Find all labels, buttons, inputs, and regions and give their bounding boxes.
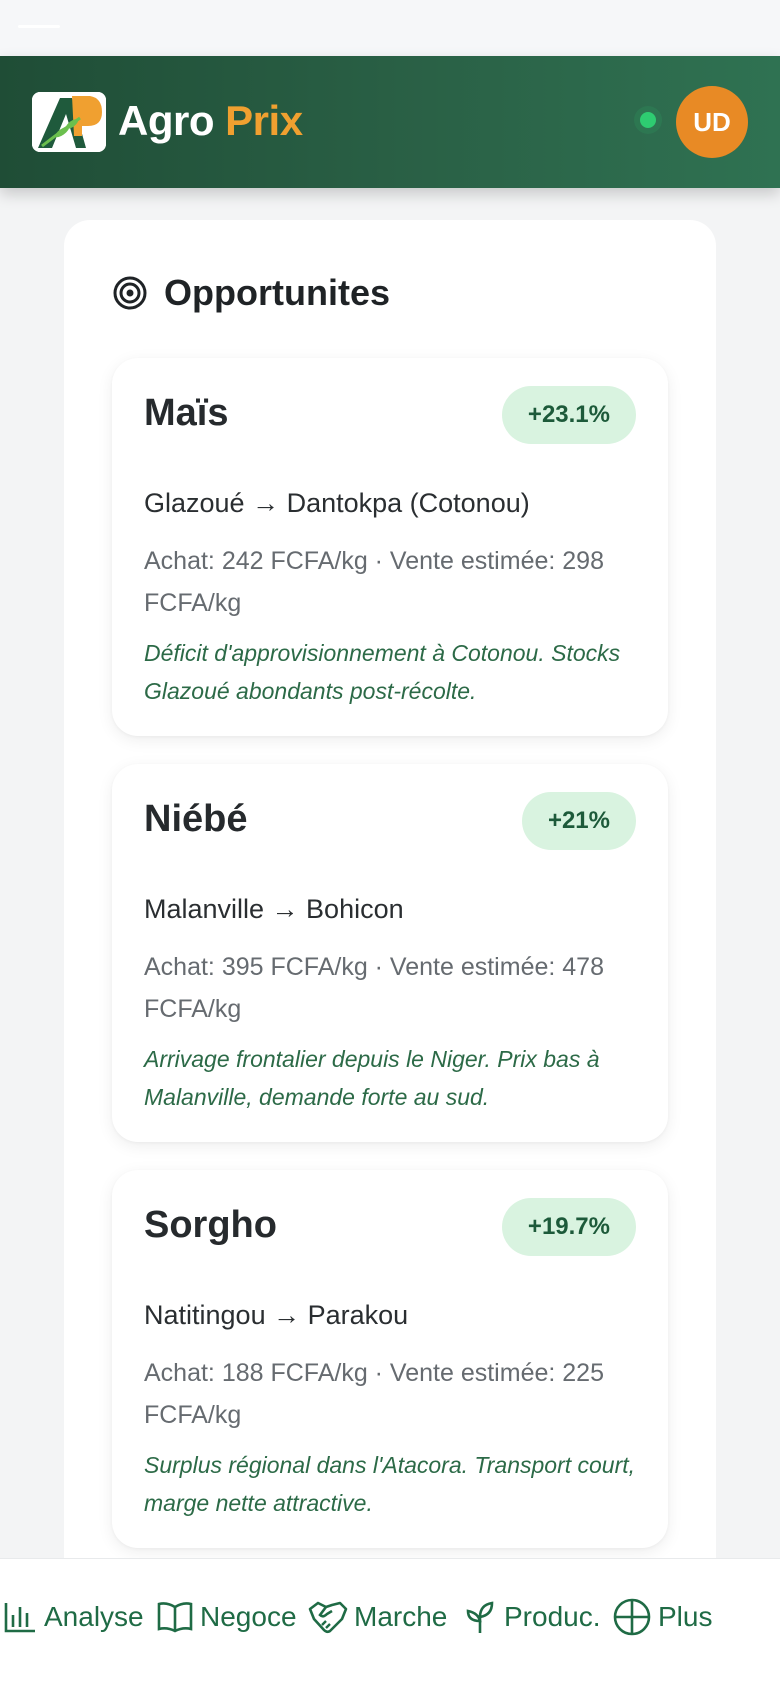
brand-second: Prix	[225, 97, 303, 144]
user-avatar[interactable]: UD	[676, 86, 748, 158]
product-name: Niébé	[144, 798, 248, 840]
opportunity-note: Arrivage frontalier depuis le Niger. Pri…	[144, 1046, 600, 1110]
product-name: Sorgho	[144, 1204, 277, 1246]
app-logo[interactable]	[32, 92, 106, 152]
app-brand: Agro Prix	[118, 97, 303, 144]
margin-badge: +19.7%	[501, 1198, 636, 1256]
opportunity-card[interactable]: Niébé +21% Malanville → Bohicon Achat: 3…	[112, 764, 668, 1142]
nav-item-produc[interactable]: Produc.	[462, 1597, 601, 1637]
margin-badge: +21%	[521, 792, 636, 850]
target-icon	[113, 276, 147, 310]
price-details: Achat: 188 FCFA/kg · Vente estimée: 225 …	[144, 1359, 604, 1429]
status-indicator	[18, 25, 60, 28]
opportunity-card[interactable]: Maïs +23.1% Glazoué → Dantokpa (Cotonou)…	[112, 358, 668, 736]
trade-route: Malanville → Bohicon	[144, 894, 404, 924]
nav-label: Negoce	[200, 1601, 297, 1632]
opportunity-note: Déficit d'approvisionnement à Cotonou. S…	[144, 640, 621, 704]
price-details: Achat: 395 FCFA/kg · Vente estimée: 478 …	[144, 953, 604, 1023]
opportunity-card[interactable]: Sorgho +19.7% Natitingou → Parakou Achat…	[112, 1170, 668, 1548]
section-heading: Opportunites	[112, 272, 390, 314]
brand-first: Agro	[118, 97, 215, 144]
online-status-dot	[640, 112, 656, 128]
nav-label: Marche	[354, 1601, 448, 1632]
trade-route: Natitingou → Parakou	[144, 1300, 409, 1330]
nav-item-marche[interactable]: Marche	[308, 1597, 447, 1637]
section-title: Opportunites	[164, 272, 390, 313]
price-details: Achat: 242 FCFA/kg · Vente estimée: 298 …	[144, 547, 604, 617]
opportunity-note: Surplus régional dans l'Atacora. Transpo…	[144, 1452, 636, 1516]
nav-label: Analyse	[44, 1601, 144, 1632]
globe-icon	[613, 1598, 651, 1636]
nav-label: Plus	[658, 1601, 713, 1632]
bottom-navigation: Analyse Negoce Marche Produc. Plus	[0, 1558, 780, 1688]
status-bar	[0, 0, 780, 56]
sprout-icon	[466, 1601, 494, 1633]
bar-chart-icon	[4, 1603, 35, 1633]
book-icon	[157, 1602, 193, 1633]
handshake-icon	[308, 1601, 348, 1634]
trade-route: Glazoué → Dantokpa (Cotonou)	[144, 488, 530, 518]
nav-item-negoce[interactable]: Negoce	[156, 1597, 297, 1637]
nav-item-analyse[interactable]: Analyse	[2, 1597, 144, 1637]
nav-item-plus[interactable]: Plus	[612, 1597, 712, 1637]
margin-badge: +23.1%	[501, 386, 636, 444]
nav-label: Produc.	[504, 1601, 601, 1632]
logo-icon	[32, 92, 106, 152]
app-header: Agro Prix UD	[0, 56, 780, 188]
product-name: Maïs	[144, 392, 229, 434]
